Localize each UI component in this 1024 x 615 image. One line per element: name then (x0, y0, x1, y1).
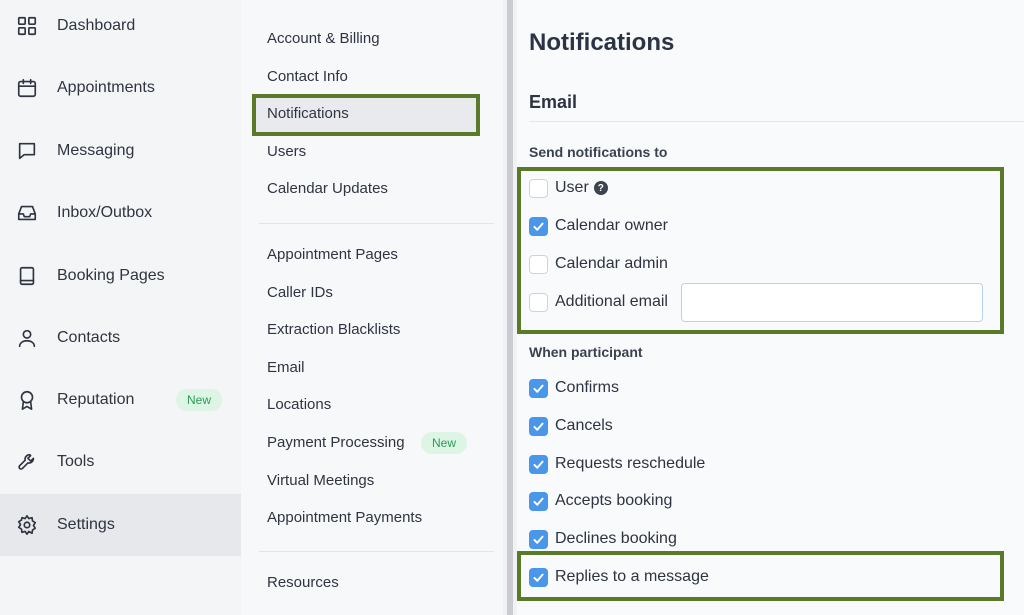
checkbox-cancels[interactable]: Cancels (529, 414, 613, 438)
settings-nav-extraction-blacklists[interactable]: Extraction Blacklists (267, 319, 400, 341)
settings-nav-notifications-label: Notifications (267, 105, 349, 122)
nav-item-label: Booking Pages (57, 267, 165, 284)
main-sidebar: Dashboard Appointments Messaging Inbox/O… (0, 0, 241, 615)
checkbox-checked[interactable] (529, 378, 548, 398)
settings-nav-resources[interactable]: Resources (267, 572, 339, 594)
checkbox-requests-reschedule[interactable]: Requests reschedule (529, 452, 705, 476)
nav-item-label: Messaging (57, 142, 135, 159)
nav-item-label: Dashboard (57, 17, 136, 34)
award-ribbon-icon (16, 389, 38, 411)
nav-item-reputation[interactable]: Reputation New (0, 369, 241, 431)
divider (529, 121, 1024, 122)
nav-item-inbox-outbox[interactable]: Inbox/Outbox (0, 182, 241, 244)
checkbox-confirms[interactable]: Confirms (529, 376, 619, 400)
nav-item-booking-pages[interactable]: Booking Pages (0, 245, 241, 307)
highlight-box-replies (517, 551, 1004, 601)
settings-nav-calendar-updates[interactable]: Calendar Updates (267, 178, 388, 200)
checkmark-icon (533, 497, 544, 506)
wrench-icon (16, 451, 38, 473)
checkmark-icon (533, 535, 544, 544)
settings-nav-notifications[interactable]: Notifications (252, 94, 480, 136)
checkbox-accepts-booking[interactable]: Accepts booking (529, 489, 672, 513)
nav-item-label: Appointments (57, 79, 155, 96)
checkbox-declines-booking[interactable]: Declines booking (529, 527, 677, 551)
settings-nav: Account & Billing Contact Info Users Cal… (241, 0, 503, 615)
settings-nav-contact-info[interactable]: Contact Info (267, 66, 348, 88)
checkmark-icon (533, 460, 544, 469)
settings-nav-email[interactable]: Email (267, 357, 305, 379)
checkmark-icon (533, 422, 544, 431)
nav-item-messaging[interactable]: Messaging (0, 120, 241, 182)
settings-nav-locations[interactable]: Locations (267, 394, 331, 416)
new-badge: New (421, 432, 468, 454)
chat-bubble-icon (16, 140, 38, 162)
grid-icon (16, 15, 38, 37)
calendar-icon (16, 77, 38, 99)
person-icon (16, 327, 38, 349)
checkmark-icon (533, 384, 544, 393)
divider (259, 223, 494, 224)
when-participant-label: When participant (529, 344, 643, 360)
settings-nav-virtual-meetings[interactable]: Virtual Meetings (267, 470, 374, 492)
settings-nav-appointment-pages[interactable]: Appointment Pages (267, 244, 398, 266)
checkbox-checked[interactable] (529, 529, 548, 549)
nav-item-label: Contacts (57, 329, 121, 346)
nav-item-label: Settings (57, 516, 115, 533)
nav-item-dashboard[interactable]: Dashboard (0, 0, 241, 57)
inbox-icon (16, 202, 38, 224)
nav-item-label: Tools (57, 453, 95, 470)
scrollbar[interactable] (503, 0, 517, 615)
settings-nav-appointment-payments[interactable]: Appointment Payments (267, 507, 422, 529)
settings-nav-payment-processing[interactable]: Payment Processing (267, 432, 405, 454)
book-icon (16, 265, 38, 287)
checkbox-label: Accepts booking (555, 492, 673, 509)
checkbox-label: Confirms (555, 379, 620, 396)
highlight-box-send-to (517, 167, 1004, 334)
nav-item-tools[interactable]: Tools (0, 431, 241, 493)
gear-icon (16, 514, 38, 536)
new-badge: New (176, 389, 223, 411)
checkbox-checked[interactable] (529, 416, 548, 436)
checkbox-label: Declines booking (555, 530, 677, 547)
settings-nav-account-billing[interactable]: Account & Billing (267, 28, 380, 50)
settings-nav-caller-ids[interactable]: Caller IDs (267, 282, 333, 304)
checkbox-checked[interactable] (529, 454, 548, 474)
checkbox-checked[interactable] (529, 491, 548, 511)
section-title: Email (529, 92, 578, 112)
nav-item-contacts[interactable]: Contacts (0, 307, 241, 369)
send-notifications-to-label: Send notifications to (529, 144, 668, 160)
page-title: Notifications (529, 29, 675, 56)
checkbox-label: Requests reschedule (555, 455, 706, 472)
settings-nav-users[interactable]: Users (267, 141, 306, 163)
divider (259, 551, 494, 552)
nav-item-label: Reputation (57, 391, 135, 408)
nav-item-settings[interactable]: Settings (0, 494, 241, 556)
nav-item-appointments[interactable]: Appointments (0, 57, 241, 119)
nav-item-label: Inbox/Outbox (57, 204, 153, 221)
checkbox-label: Cancels (555, 417, 613, 434)
